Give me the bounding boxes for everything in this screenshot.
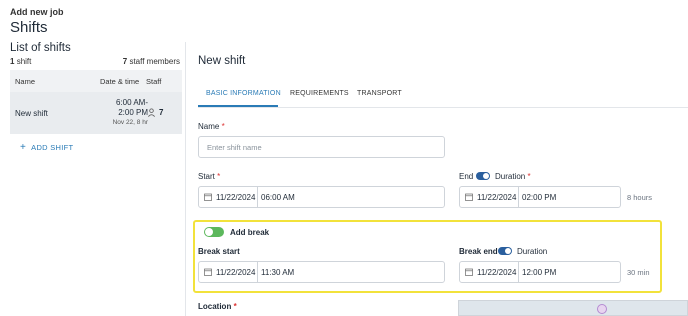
end-duration-label: Duration *	[495, 172, 531, 181]
row-name: New shift	[15, 109, 48, 118]
shift-name-placeholder: Enter shift name	[207, 143, 262, 152]
person-icon	[148, 108, 155, 117]
required-marker: *	[233, 302, 237, 311]
calendar-icon	[204, 268, 212, 276]
calendar-icon	[204, 193, 212, 201]
break-start-input[interactable]: 11/22/2024 11:30 AM	[198, 261, 445, 283]
name-label: Name *	[198, 122, 225, 131]
active-tab-indicator	[198, 105, 278, 107]
panel-divider	[185, 42, 186, 316]
shift-list-meta: 1 shift 7 staff members	[10, 57, 180, 66]
shift-count-label: shift	[16, 57, 32, 66]
row-datetime: 6:00 AM- 2:00 PM Nov 22, 8 hr	[90, 98, 148, 128]
input-separator	[257, 262, 258, 282]
break-duration-label: Duration	[517, 247, 548, 256]
end-datetime-input[interactable]: 11/22/2024 02:00 PM	[459, 186, 621, 208]
calendar-icon	[465, 193, 473, 201]
add-break-toggle[interactable]	[204, 227, 224, 237]
map-pin-icon	[597, 304, 607, 314]
add-shift-button[interactable]: + ADD SHIFT	[20, 142, 73, 153]
shift-list-panel: List of shifts 1 shift 7 staff members N…	[0, 42, 185, 316]
input-separator	[518, 187, 519, 207]
end-date: 11/22/2024	[477, 193, 517, 202]
name-label-text: Name	[198, 122, 220, 131]
row-time-start: 6:00 AM-	[115, 98, 148, 107]
shift-name-input[interactable]: Enter shift name	[198, 136, 445, 158]
tab-bar: BASIC INFORMATION REQUIREMENTS TRANSPORT	[198, 83, 688, 108]
start-date: 11/22/2024	[216, 193, 256, 202]
row-date: Nov 22, 8 hr	[112, 119, 148, 126]
location-label-text: Location	[198, 302, 232, 311]
staff-count-label: staff members	[129, 57, 180, 66]
break-end-time: 12:00 PM	[522, 268, 557, 277]
end-duration-toggle[interactable]	[476, 172, 490, 180]
end-time: 02:00 PM	[522, 193, 557, 202]
break-start-label: Break start	[198, 247, 240, 256]
location-map[interactable]	[458, 300, 688, 316]
table-row[interactable]: New shift 6:00 AM- 2:00 PM Nov 22, 8 hr …	[10, 92, 182, 134]
break-start-time: 11:30 AM	[261, 268, 295, 277]
break-duration-toggle[interactable]	[498, 247, 512, 255]
shift-list-heading: List of shifts	[10, 42, 71, 54]
duration-label-text: Duration	[495, 172, 526, 181]
tab-requirements[interactable]: REQUIREMENTS	[290, 90, 349, 97]
row-staff: 7	[147, 108, 163, 117]
add-shift-label: ADD SHIFT	[31, 143, 74, 152]
input-separator	[257, 187, 258, 207]
break-end-label: Break end	[459, 247, 498, 256]
break-end-date: 11/22/2024	[477, 268, 517, 277]
form-title: New shift	[198, 55, 246, 67]
add-break-label: Add break	[230, 228, 270, 237]
end-label: End	[459, 172, 473, 181]
tab-transport[interactable]: TRANSPORT	[357, 90, 402, 97]
column-datetime: Date & time	[100, 77, 140, 86]
column-name: Name	[15, 77, 36, 86]
row-staff-count: 7	[159, 108, 164, 117]
input-separator	[518, 262, 519, 282]
start-label-text: Start	[198, 172, 215, 181]
start-label: Start *	[198, 172, 220, 181]
calendar-icon	[465, 268, 473, 276]
break-duration-minutes: 30 min	[627, 268, 650, 277]
tab-basic-information[interactable]: BASIC INFORMATION	[206, 90, 281, 97]
staff-count: 7	[122, 57, 128, 66]
page-subtitle: Add new job	[10, 7, 64, 17]
plus-icon: +	[20, 142, 27, 153]
start-time: 06:00 AM	[261, 193, 295, 202]
break-start-date: 11/22/2024	[216, 268, 256, 277]
shift-count: 1	[10, 57, 15, 66]
end-label-text: End	[459, 172, 474, 181]
column-staff: Staff	[146, 77, 162, 86]
shift-table-header: Name Date & time Staff	[10, 70, 182, 92]
row-time-end: 2:00 PM	[118, 108, 148, 117]
page-header: Add new job Shifts	[10, 7, 64, 36]
break-end-input[interactable]: 11/22/2024 12:00 PM	[459, 261, 621, 283]
duration-hours: 8 hours	[627, 193, 653, 202]
start-datetime-input[interactable]: 11/22/2024 06:00 AM	[198, 186, 445, 208]
page-title: Shifts	[10, 19, 48, 36]
location-label: Location *	[198, 302, 237, 311]
required-marker: *	[221, 122, 225, 131]
required-marker: *	[217, 172, 221, 181]
required-marker: *	[527, 172, 531, 181]
